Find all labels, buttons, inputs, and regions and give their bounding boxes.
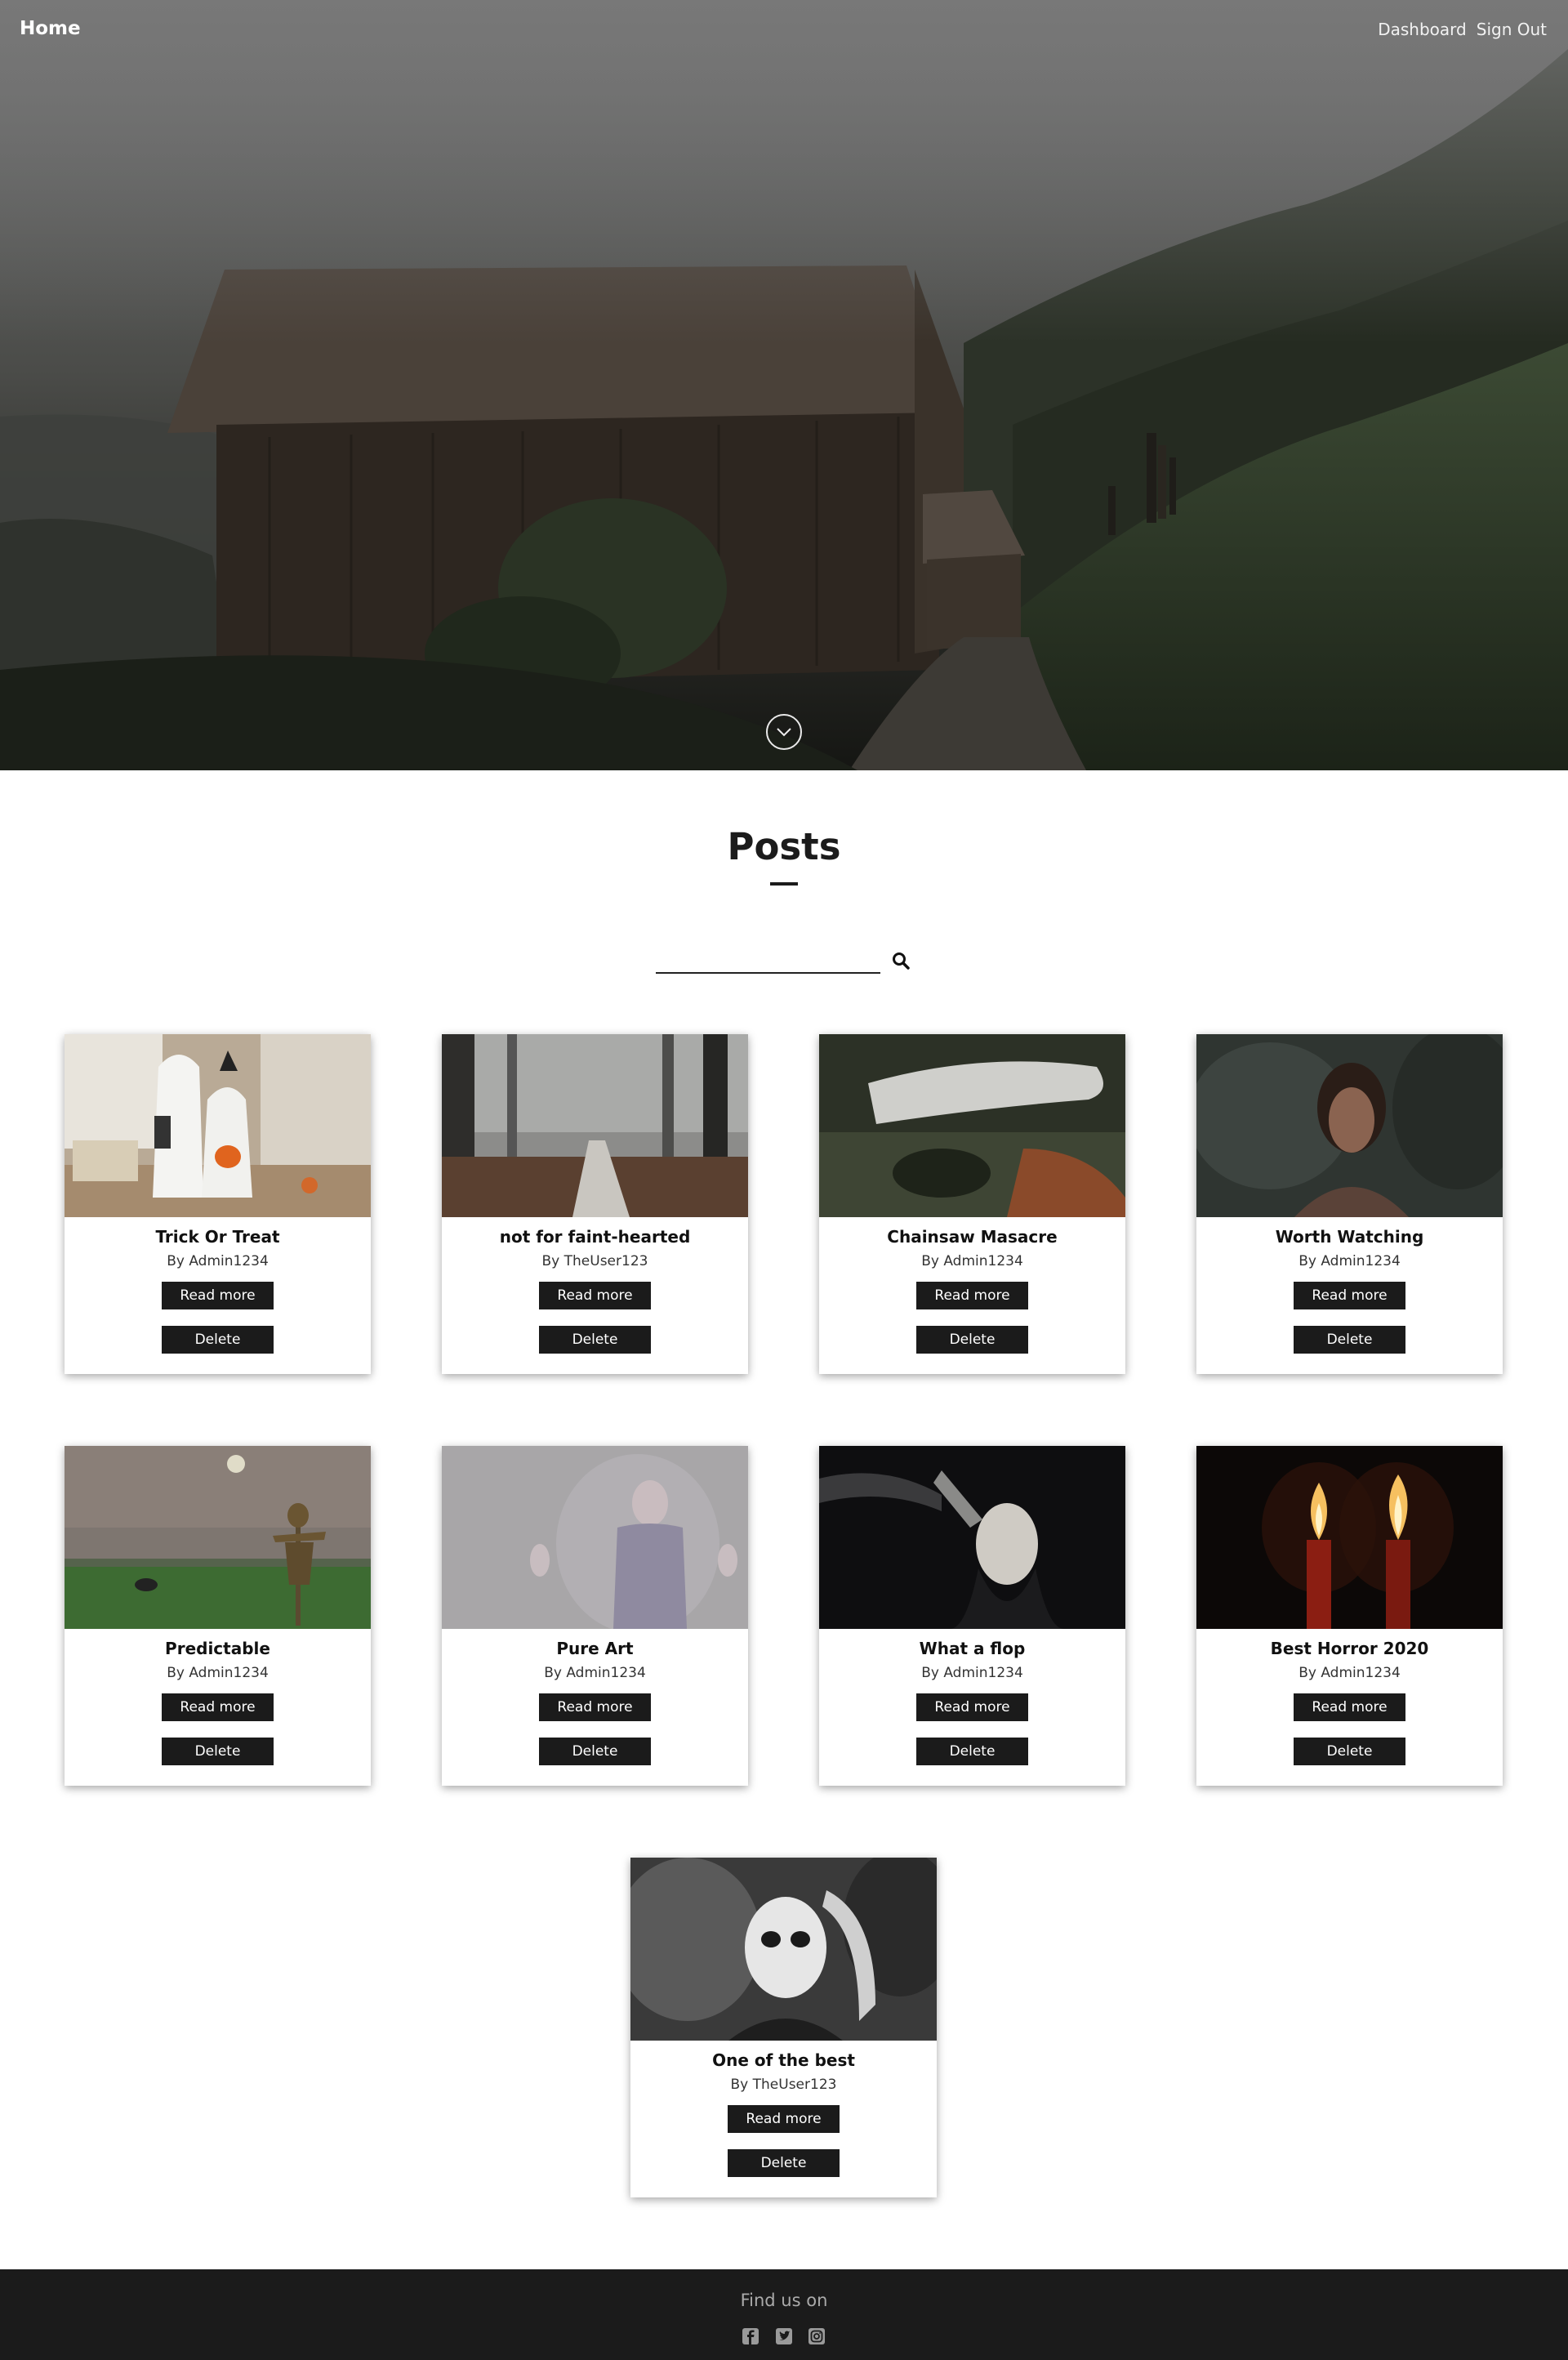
post-card: One of the best By TheUser123 Read more … [630, 1858, 937, 2197]
post-author: By Admin1234 [167, 1665, 269, 1681]
read-more-button[interactable]: Read more [539, 1693, 651, 1721]
twitter-icon [776, 2328, 792, 2344]
post-card: not for faint-hearted By TheUser123 Read… [442, 1034, 748, 1374]
post-title: Predictable [165, 1639, 270, 1658]
nav-home-link[interactable]: Home [20, 18, 81, 39]
read-more-button[interactable]: Read more [728, 2105, 840, 2133]
post-title: What a flop [919, 1639, 1026, 1658]
twitter-link[interactable] [775, 2327, 793, 2345]
read-more-button[interactable]: Read more [539, 1282, 651, 1309]
post-thumbnail [442, 1446, 748, 1629]
post-thumbnail [65, 1034, 371, 1217]
instagram-icon [808, 2328, 825, 2344]
post-author: By Admin1234 [921, 1665, 1023, 1681]
post-thumbnail [65, 1446, 371, 1629]
post-title: Best Horror 2020 [1270, 1639, 1429, 1658]
post-card: Predictable By Admin1234 Read more Delet… [65, 1446, 371, 1786]
nav-dashboard-link[interactable]: Dashboard [1378, 20, 1467, 39]
post-title: Chainsaw Masacre [887, 1227, 1058, 1247]
delete-button[interactable]: Delete [916, 1326, 1028, 1354]
title-underline [770, 882, 798, 886]
footer: Find us on [0, 2269, 1568, 2360]
post-author: By Admin1234 [544, 1665, 646, 1681]
scroll-down-button[interactable] [766, 714, 802, 750]
post-author: By Admin1234 [1298, 1253, 1401, 1269]
post-author: By Admin1234 [1298, 1665, 1401, 1681]
post-title: Worth Watching [1275, 1227, 1424, 1247]
facebook-link[interactable] [742, 2327, 760, 2345]
post-card: Chainsaw Masacre By Admin1234 Read more … [819, 1034, 1125, 1374]
post-author: By Admin1234 [921, 1253, 1023, 1269]
post-card: Worth Watching By Admin1234 Read more De… [1196, 1034, 1503, 1374]
chevron-down-icon [777, 728, 791, 737]
delete-button[interactable]: Delete [539, 1326, 651, 1354]
nav-right-links: Dashboard Sign Out [1378, 20, 1547, 39]
post-author: By TheUser123 [541, 1253, 648, 1269]
search-icon [893, 952, 910, 970]
post-card: Pure Art By Admin1234 Read more Delete [442, 1446, 748, 1786]
post-title: One of the best [712, 2050, 855, 2070]
post-thumbnail [819, 1446, 1125, 1629]
post-author: By TheUser123 [730, 2077, 837, 2093]
read-more-button[interactable]: Read more [1294, 1282, 1405, 1309]
post-author: By Admin1234 [167, 1253, 269, 1269]
post-card: What a flop By Admin1234 Read more Delet… [819, 1446, 1125, 1786]
read-more-button[interactable]: Read more [916, 1693, 1028, 1721]
read-more-button[interactable]: Read more [162, 1282, 274, 1309]
delete-button[interactable]: Delete [162, 1326, 274, 1354]
delete-button[interactable]: Delete [728, 2149, 840, 2177]
post-card: Best Horror 2020 By Admin1234 Read more … [1196, 1446, 1503, 1786]
post-title: Trick Or Treat [155, 1227, 280, 1247]
posts-heading: Posts [727, 825, 841, 868]
delete-button[interactable]: Delete [916, 1738, 1028, 1765]
post-thumbnail [819, 1034, 1125, 1217]
post-thumbnail [630, 1858, 937, 2041]
nav-sign-out-link[interactable]: Sign Out [1477, 20, 1547, 39]
delete-button[interactable]: Delete [1294, 1738, 1405, 1765]
read-more-button[interactable]: Read more [162, 1693, 274, 1721]
search-input[interactable] [656, 946, 880, 974]
post-title: not for faint-hearted [499, 1227, 691, 1247]
read-more-button[interactable]: Read more [1294, 1693, 1405, 1721]
hero-image [0, 0, 1568, 770]
search-button[interactable] [892, 952, 911, 971]
post-thumbnail [1196, 1446, 1503, 1629]
hero-banner: Home Dashboard Sign Out [0, 0, 1568, 770]
post-thumbnail [1196, 1034, 1503, 1217]
post-thumbnail [442, 1034, 748, 1217]
post-card: Trick Or Treat By Admin1234 Read more De… [65, 1034, 371, 1374]
instagram-link[interactable] [808, 2327, 826, 2345]
delete-button[interactable]: Delete [1294, 1326, 1405, 1354]
delete-button[interactable]: Delete [539, 1738, 651, 1765]
footer-text: Find us on [740, 2291, 828, 2310]
read-more-button[interactable]: Read more [916, 1282, 1028, 1309]
post-title: Pure Art [556, 1639, 634, 1658]
facebook-icon [742, 2328, 759, 2344]
delete-button[interactable]: Delete [162, 1738, 274, 1765]
